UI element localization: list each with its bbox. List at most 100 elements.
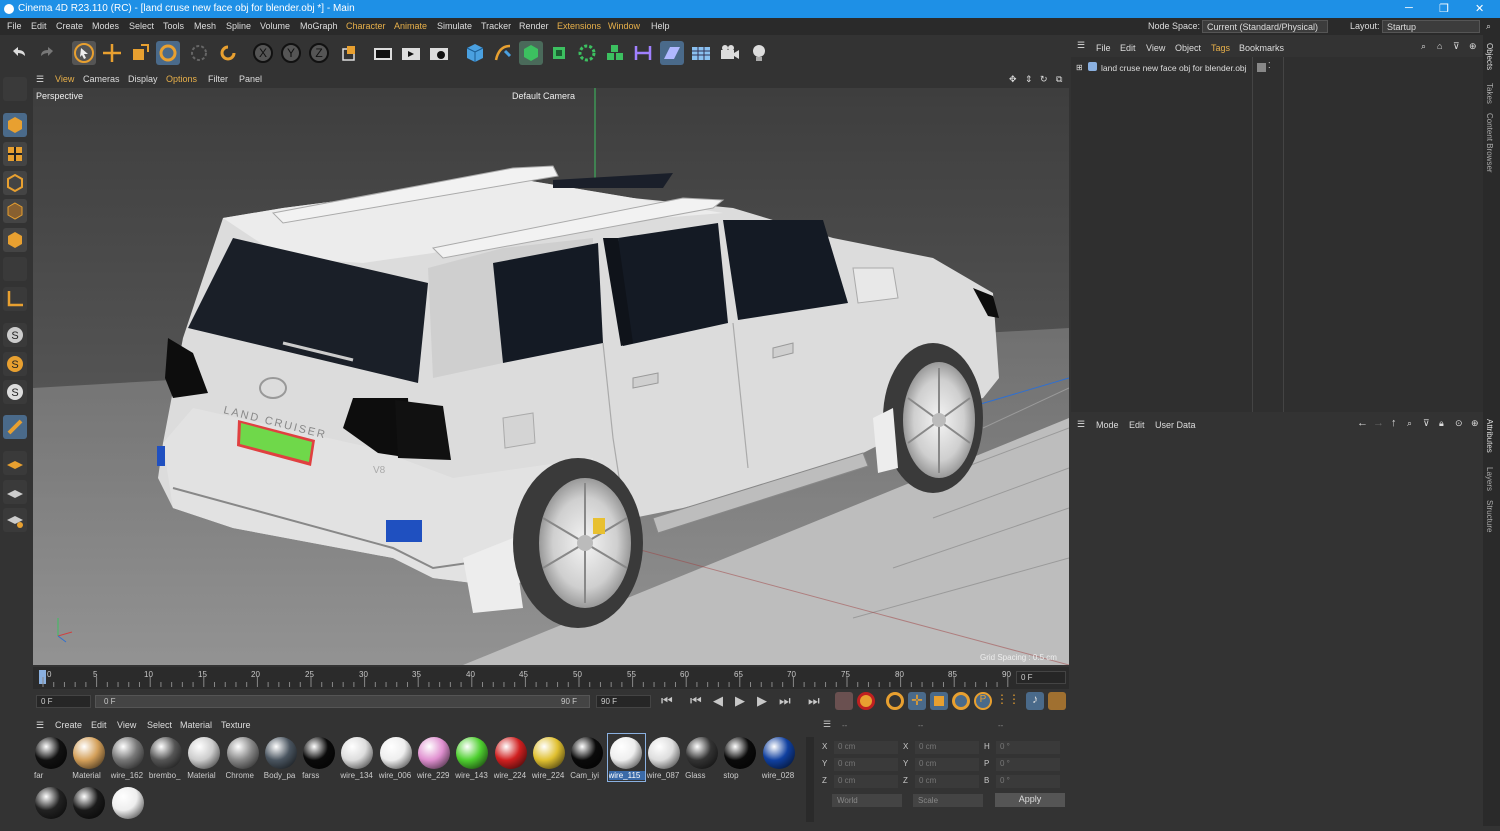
node-space-select[interactable]: Current (Standard/Physical): [1202, 20, 1328, 33]
attributes-hamburger-icon[interactable]: ☰: [1077, 419, 1085, 430]
material-swatch[interactable]: Cam_iyi: [569, 734, 606, 781]
key-point-level-icon[interactable]: ⋮⋮: [996, 692, 1020, 710]
redo-icon[interactable]: [35, 41, 59, 65]
material-menu-texture[interactable]: Texture: [221, 720, 251, 730]
expand-icon[interactable]: ⊞: [1076, 63, 1083, 72]
menu-help[interactable]: Help: [651, 21, 670, 31]
key-scale-icon[interactable]: [930, 692, 948, 710]
bend-deformer-icon[interactable]: [631, 41, 655, 65]
menu-volume[interactable]: Volume: [260, 21, 290, 31]
objects-menu-edit[interactable]: Edit: [1120, 43, 1136, 53]
menu-extensions[interactable]: Extensions: [557, 21, 601, 31]
recent-tool-icon[interactable]: [216, 41, 240, 65]
snapping-icon[interactable]: S: [3, 323, 27, 347]
render-view-icon[interactable]: [371, 41, 395, 65]
viewport-dolly-icon[interactable]: ⇕: [1025, 74, 1033, 85]
key-selection-icon[interactable]: [886, 692, 904, 710]
material-swatch[interactable]: [33, 784, 70, 831]
cloner-icon[interactable]: [575, 41, 599, 65]
objects-hamburger-icon[interactable]: ☰: [1077, 40, 1085, 51]
material-swatch[interactable]: stop: [722, 734, 759, 781]
viewport-move-icon[interactable]: ✥: [1009, 74, 1017, 85]
viewport-menu-cameras[interactable]: Cameras: [83, 74, 120, 84]
material-swatch[interactable]: Body_pa: [263, 734, 300, 781]
visibility-dots-icon[interactable]: ⁚: [1268, 61, 1271, 70]
material-swatch[interactable]: far: [33, 734, 70, 781]
restore-icon[interactable]: ❐: [1439, 2, 1449, 15]
material-menu-edit[interactable]: Edit: [91, 720, 107, 730]
material-swatch[interactable]: wire_229: [416, 734, 453, 781]
quantize-icon[interactable]: [3, 508, 27, 532]
move-tool-icon[interactable]: [100, 41, 124, 65]
viewport-menu-options[interactable]: Options: [166, 74, 197, 84]
coord-value-field[interactable]: 0 °: [996, 741, 1060, 754]
pen-spline-icon[interactable]: [491, 41, 515, 65]
coords-hamburger-icon[interactable]: ☰: [823, 719, 831, 730]
coord-value-field[interactable]: 0 cm: [834, 741, 898, 754]
uv-mode-icon[interactable]: [3, 257, 27, 281]
sound-icon[interactable]: ♪: [1026, 692, 1044, 710]
material-menu-view[interactable]: View: [117, 720, 136, 730]
timeline-window-icon[interactable]: [1048, 692, 1066, 710]
tab-structure[interactable]: Structure: [1485, 500, 1494, 532]
coord-value-field[interactable]: 0 cm: [915, 741, 979, 754]
material-swatch[interactable]: brembo_: [148, 734, 185, 781]
objects-home-icon[interactable]: ⌂: [1437, 41, 1442, 51]
tab-layers[interactable]: Layers: [1485, 467, 1494, 491]
search-icon[interactable]: ⌕: [1486, 21, 1491, 32]
material-swatch[interactable]: [71, 784, 108, 831]
key-parameter-icon[interactable]: P: [974, 692, 992, 710]
texture-mode-icon[interactable]: [3, 142, 27, 166]
material-swatch[interactable]: Glass: [684, 734, 721, 781]
sky-grid-icon[interactable]: [689, 41, 713, 65]
key-rotation-icon[interactable]: [952, 692, 970, 710]
objects-new-window-icon[interactable]: ⊕: [1469, 41, 1477, 52]
menu-window[interactable]: Window: [608, 21, 640, 31]
menu-tracker[interactable]: Tracker: [481, 21, 511, 31]
timeline-ruler[interactable]: 0 5 10 15 20 25 30 35 40 45 50 55 60 65 …: [33, 667, 1069, 689]
menu-character[interactable]: Character: [346, 21, 386, 31]
attributes-menu-user-data[interactable]: User Data: [1155, 420, 1196, 430]
go-to-end-icon[interactable]: ⏭: [808, 693, 820, 709]
material-scrollbar[interactable]: [806, 737, 814, 822]
render-to-picture-viewer-icon[interactable]: [399, 41, 423, 65]
array-deformer-icon[interactable]: [603, 41, 627, 65]
end-frame-field[interactable]: 90 F: [596, 695, 651, 708]
menu-mesh[interactable]: Mesh: [194, 21, 216, 31]
attributes-filter-icon[interactable]: ⊽: [1423, 418, 1430, 429]
viewport-maximize-icon[interactable]: ⧉: [1056, 74, 1062, 85]
x-axis-lock-icon[interactable]: X: [251, 41, 275, 65]
material-swatch[interactable]: wire_006: [378, 734, 415, 781]
material-swatch[interactable]: wire_224: [531, 734, 568, 781]
key-position-icon[interactable]: ✛: [908, 692, 926, 710]
material-swatch[interactable]: wire_143: [454, 734, 491, 781]
points-mode-icon[interactable]: [3, 171, 27, 195]
coordinate-system-icon[interactable]: [337, 41, 361, 65]
rotate-tool-icon[interactable]: [156, 41, 180, 65]
next-frame-icon[interactable]: ▶: [757, 693, 767, 709]
material-swatch[interactable]: wire_028: [761, 734, 798, 781]
model-mode-icon[interactable]: [3, 113, 27, 137]
scale-tool-icon[interactable]: [128, 41, 152, 65]
objects-menu-bookmarks[interactable]: Bookmarks: [1239, 43, 1284, 53]
material-swatch[interactable]: Chrome: [225, 734, 262, 781]
forward-arrow-icon[interactable]: →: [1373, 417, 1384, 429]
coord-value-field[interactable]: 0 °: [996, 758, 1060, 771]
render-settings-icon[interactable]: [427, 41, 451, 65]
material-swatch[interactable]: wire_162: [110, 734, 147, 781]
up-arrow-icon[interactable]: ↑: [1391, 417, 1397, 429]
go-to-start-icon[interactable]: ⏮: [661, 693, 673, 709]
undo-icon[interactable]: [7, 41, 31, 65]
tab-objects[interactable]: Objects: [1485, 43, 1494, 70]
attributes-menu-edit[interactable]: Edit: [1129, 420, 1145, 430]
select-tool-icon[interactable]: [72, 41, 96, 65]
viewport-hamburger-icon[interactable]: ☰: [36, 74, 44, 85]
frame-range-slider[interactable]: 0 F 90 F: [95, 695, 590, 708]
menu-edit[interactable]: Edit: [31, 21, 47, 31]
menu-mograph[interactable]: MoGraph: [300, 21, 338, 31]
material-menu-material[interactable]: Material: [180, 720, 212, 730]
menu-modes[interactable]: Modes: [92, 21, 119, 31]
autokeying-icon[interactable]: [857, 692, 875, 710]
coord-value-field[interactable]: 0 cm: [915, 775, 979, 788]
extrude-icon[interactable]: [547, 41, 571, 65]
